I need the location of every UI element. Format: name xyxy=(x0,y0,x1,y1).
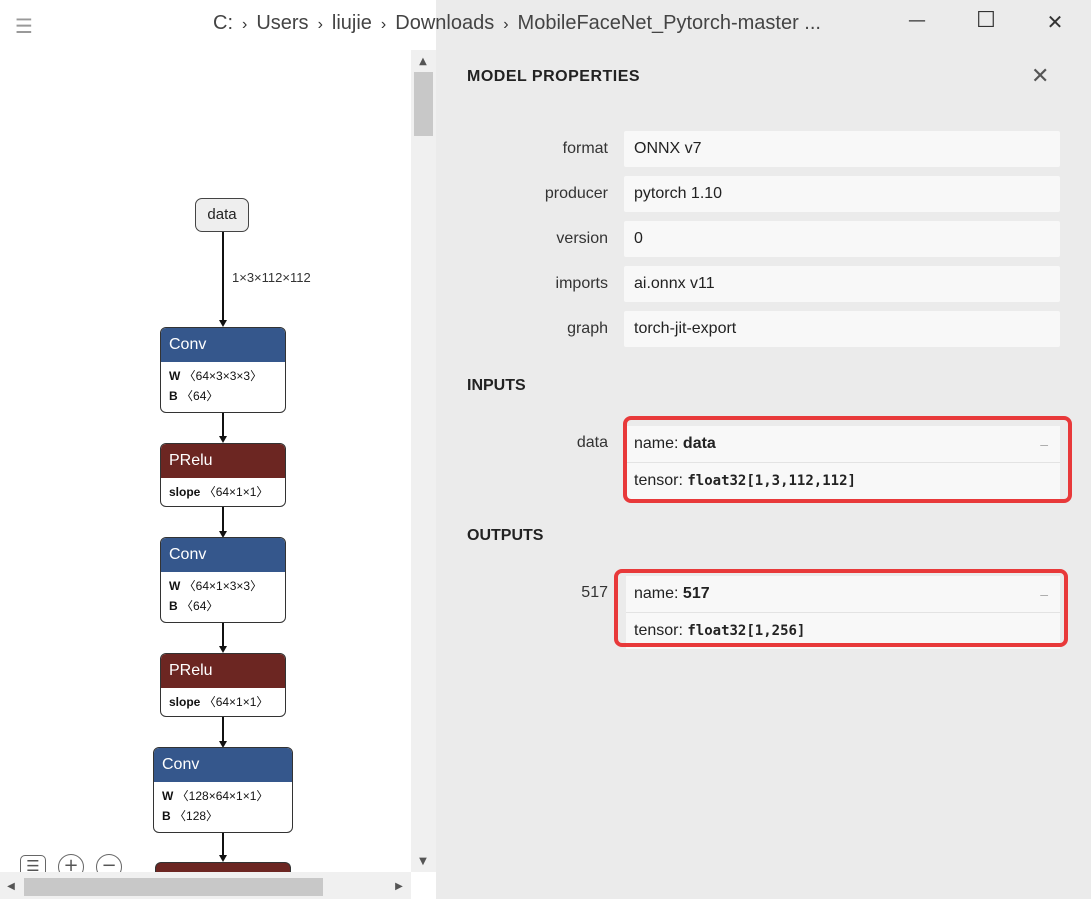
maximize-icon[interactable]: ☐ xyxy=(971,8,1001,33)
graph-node-conv[interactable]: Conv W 〈64×3×3×3〉 B 〈64〉 xyxy=(160,327,286,413)
horizontal-scrollbar-thumb[interactable] xyxy=(24,878,323,896)
graph-node-conv[interactable]: Conv W 〈64×1×3×3〉 B 〈64〉 xyxy=(160,537,286,623)
property-value: 0 xyxy=(624,221,1060,257)
panel-close-icon[interactable]: ✕ xyxy=(1031,64,1049,89)
chevron-right-icon: › xyxy=(242,16,248,33)
vertical-scrollbar[interactable] xyxy=(411,50,436,872)
attr-key: B xyxy=(169,389,178,403)
property-value: ONNX v7 xyxy=(624,131,1060,167)
attr-key: slope xyxy=(169,695,201,709)
scroll-left-icon[interactable]: ◀ xyxy=(4,881,18,893)
attr-key: B xyxy=(162,809,171,823)
minimize-icon[interactable]: — xyxy=(902,10,932,31)
graph-input-node[interactable]: data xyxy=(195,198,249,232)
inputs-section-title: INPUTS xyxy=(467,377,526,394)
node-attributes: W 〈128×64×1×1〉 B 〈128〉 xyxy=(154,782,292,826)
breadcrumb-item[interactable]: MobileFaceNet_Pytorch-master ... xyxy=(518,12,821,34)
scroll-right-icon[interactable]: ▶ xyxy=(392,881,406,893)
panel-title: MODEL PROPERTIES xyxy=(467,68,641,85)
graph-node-conv[interactable]: Conv W 〈128×64×1×1〉 B 〈128〉 xyxy=(153,747,293,833)
graph-node-prelu[interactable]: PRelu slope 〈64×1×1〉 xyxy=(160,653,286,717)
property-label: format xyxy=(562,140,608,157)
node-attributes: slope 〈64×1×1〉 xyxy=(161,688,285,712)
chevron-right-icon: › xyxy=(503,16,509,33)
graph-node-prelu[interactable]: PRelu slope 〈64×1×1〉 xyxy=(160,443,286,507)
chevron-right-icon: › xyxy=(317,16,323,33)
node-op-label: Conv xyxy=(161,538,285,572)
menu-icon[interactable]: ☰ xyxy=(14,16,34,36)
attr-key: W xyxy=(162,789,174,803)
input-label: data xyxy=(576,434,608,451)
attr-value: 〈128×64×1×1〉 xyxy=(176,789,269,803)
node-op-label: Conv xyxy=(154,748,292,782)
edge-arrow xyxy=(219,855,227,862)
graph-edge xyxy=(222,623,224,646)
breadcrumb-item[interactable]: Users xyxy=(256,12,308,34)
property-label: graph xyxy=(567,320,608,337)
property-label: version xyxy=(556,230,608,247)
graph-edge xyxy=(222,507,224,531)
scroll-down-icon[interactable]: ▼ xyxy=(416,856,430,868)
breadcrumb-item[interactable]: C: xyxy=(213,12,233,34)
chevron-right-icon: › xyxy=(380,16,387,33)
breadcrumb-item[interactable]: liujie xyxy=(332,12,372,34)
attr-value: 〈64〉 xyxy=(181,389,219,403)
attr-value: 〈64×1×1〉 xyxy=(203,485,269,499)
attr-key: slope xyxy=(169,485,201,499)
attr-key: W xyxy=(169,369,181,383)
property-label: imports xyxy=(555,275,608,292)
output-label: 517 xyxy=(581,584,608,601)
graph-edge xyxy=(222,717,224,741)
attr-value: 〈64×1×1〉 xyxy=(203,695,269,709)
graph-edge xyxy=(222,833,224,857)
edge-arrow xyxy=(219,646,227,653)
node-attributes: W 〈64×3×3×3〉 B 〈64〉 xyxy=(161,362,285,406)
node-op-label: PRelu xyxy=(161,654,285,688)
window-close-icon[interactable]: ✕ xyxy=(1040,10,1070,34)
property-value: torch-jit-export xyxy=(624,311,1060,347)
property-value: ai.onnx v11 xyxy=(624,266,1060,302)
attr-value: 〈64×3×3×3〉 xyxy=(183,369,263,383)
input-highlight-box xyxy=(623,416,1072,503)
breadcrumb-item[interactable]: Downloads xyxy=(395,12,494,34)
property-value: pytorch 1.10 xyxy=(624,176,1060,212)
breadcrumb: C: › Users › liujie › Downloads › MobileFaceNet_… xyxy=(213,12,821,35)
output-highlight-box xyxy=(614,569,1068,647)
vertical-scrollbar-thumb[interactable] xyxy=(414,72,433,136)
attr-value: 〈128〉 xyxy=(174,809,219,823)
node-attributes: slope 〈64×1×1〉 xyxy=(161,478,285,502)
property-label: producer xyxy=(544,185,608,202)
outputs-section-title: OUTPUTS xyxy=(467,527,544,544)
graph-edge xyxy=(222,413,224,436)
scroll-up-icon[interactable]: ▲ xyxy=(416,56,430,68)
